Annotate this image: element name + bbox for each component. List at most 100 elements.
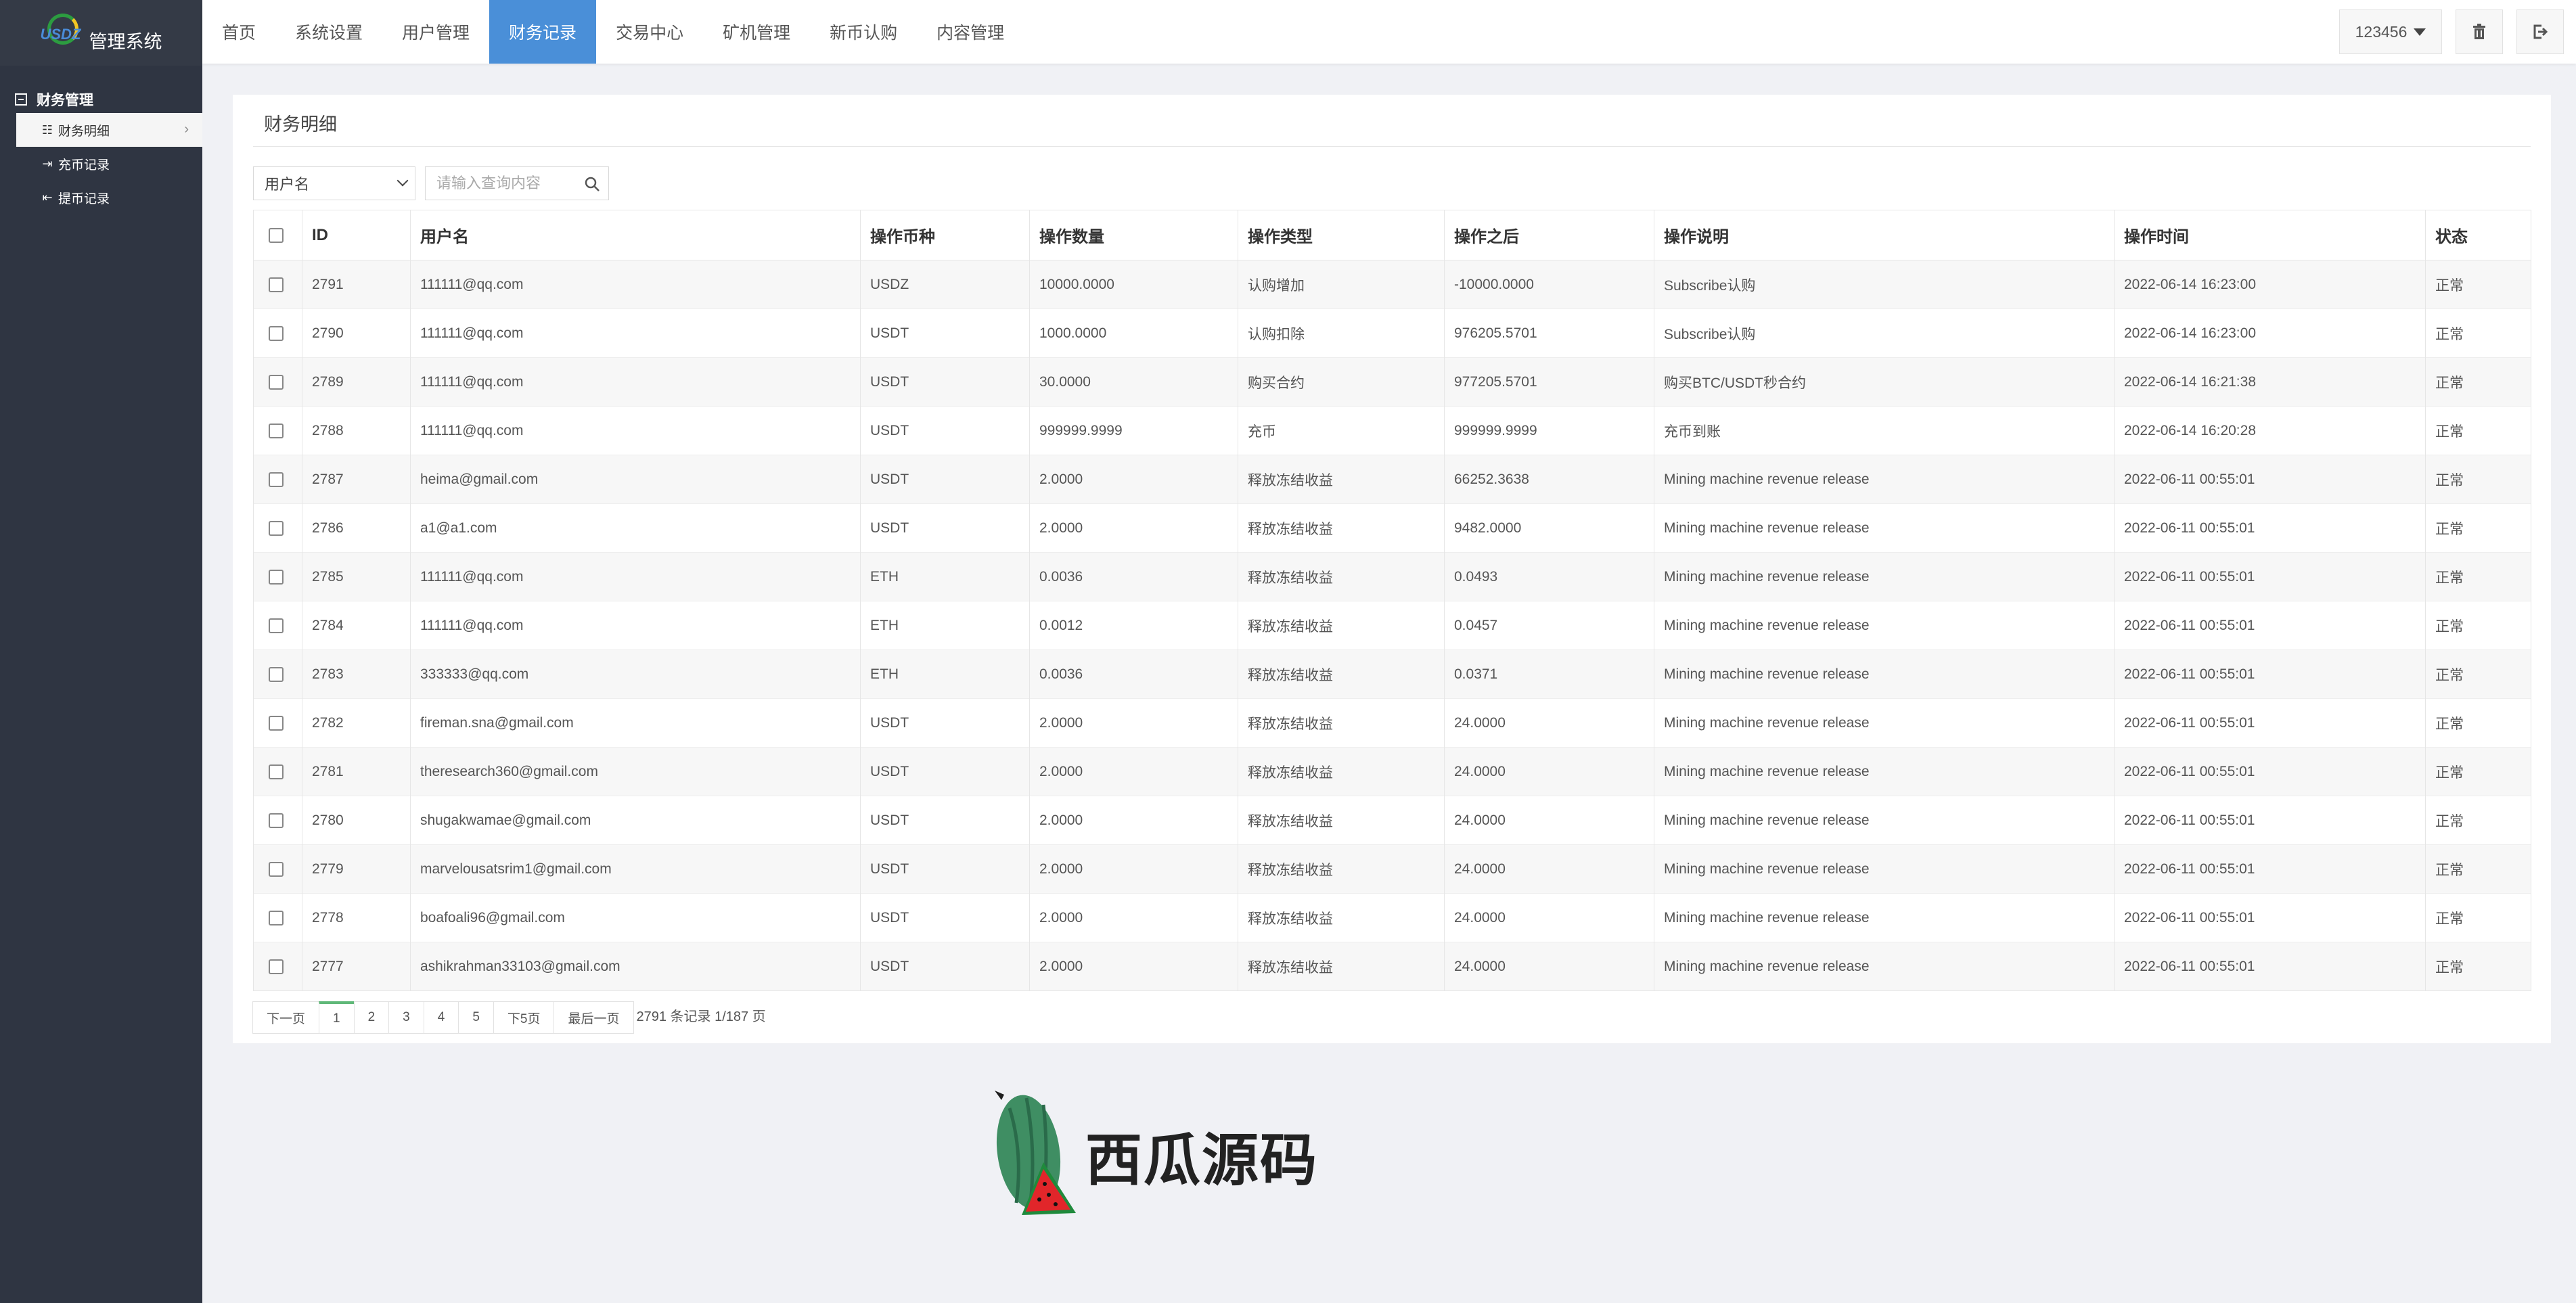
cell-amount: 2.0000 bbox=[1029, 747, 1238, 796]
table-row[interactable]: 2790 111111@qq.com USDT 1000.0000 认购扣除 976205… bbox=[253, 308, 2531, 358]
nav-new-coin-subscription[interactable]: 新币认购 bbox=[810, 0, 917, 64]
cell-id: 2789 bbox=[302, 357, 411, 407]
table-row[interactable]: 2788 111111@qq.com USDT 999999.9999 充币 999999… bbox=[253, 406, 2531, 455]
table-row[interactable]: 2780 shugakwamae@gmail.com USDT 2.0000 释放冻结收… bbox=[253, 796, 2531, 845]
divider bbox=[253, 146, 2531, 147]
table-row[interactable]: 2777 ashikrahman33103@gmail.com USDT 2.0000… bbox=[253, 942, 2531, 991]
nav-trading-center[interactable]: 交易中心 bbox=[596, 0, 703, 64]
logout-icon bbox=[2533, 24, 2548, 39]
cell-amount: 2.0000 bbox=[1029, 455, 1238, 504]
row-select-cell bbox=[253, 357, 302, 407]
select-all-cell bbox=[253, 210, 302, 260]
cell-type: 释放冻结收益 bbox=[1238, 601, 1445, 650]
cell-balance-after: 24.0000 bbox=[1444, 942, 1654, 991]
pager-page-1[interactable]: 1 bbox=[319, 1001, 355, 1034]
sidebar-item-withdraw-records[interactable]: ⇤ 提币记录 bbox=[0, 181, 202, 214]
table-row[interactable]: 2787 heima@gmail.com USDT 2.0000 释放冻结收益 66252… bbox=[253, 455, 2531, 504]
sidebar-item-finance-detail[interactable]: ☷ 财务明细 › bbox=[16, 113, 202, 147]
cell-description: Mining machine revenue release bbox=[1654, 698, 2115, 748]
pager-page-3[interactable]: 3 bbox=[388, 1001, 424, 1034]
search-input[interactable] bbox=[426, 168, 574, 199]
row-checkbox[interactable] bbox=[269, 472, 284, 487]
row-checkbox[interactable] bbox=[269, 520, 284, 536]
column-header-time[interactable]: 操作时间 bbox=[2114, 210, 2426, 260]
cell-type: 购买合约 bbox=[1238, 357, 1445, 407]
pager-next5-button[interactable]: 下5页 bbox=[493, 1001, 555, 1034]
row-checkbox[interactable] bbox=[269, 666, 284, 682]
select-all-checkbox[interactable] bbox=[269, 228, 284, 244]
column-header-coin[interactable]: 操作币种 bbox=[860, 210, 1030, 260]
filter-field-select[interactable]: 用户名 bbox=[253, 166, 415, 200]
cell-type: 释放冻结收益 bbox=[1238, 747, 1445, 796]
nav-miner-management[interactable]: 矿机管理 bbox=[703, 0, 810, 64]
logout-button[interactable] bbox=[2516, 9, 2564, 54]
pager-page-2[interactable]: 2 bbox=[353, 1001, 390, 1034]
cell-status: 正常 bbox=[2425, 308, 2531, 358]
row-checkbox[interactable] bbox=[269, 569, 284, 585]
table-row[interactable]: 2779 marvelousatsrim1@gmail.com USDT 2.0000… bbox=[253, 844, 2531, 894]
cell-time: 2022-06-14 16:20:28 bbox=[2114, 406, 2426, 455]
column-header-amount[interactable]: 操作数量 bbox=[1029, 210, 1238, 260]
row-checkbox[interactable] bbox=[269, 813, 284, 828]
cell-time: 2022-06-11 00:55:01 bbox=[2114, 455, 2426, 504]
nav-system-settings[interactable]: 系统设置 bbox=[275, 0, 382, 64]
cell-username: shugakwamae@gmail.com bbox=[410, 796, 861, 845]
row-checkbox[interactable] bbox=[269, 423, 284, 438]
column-header-id[interactable]: ID bbox=[302, 210, 411, 260]
column-header-status[interactable]: 状态 bbox=[2425, 210, 2531, 260]
row-checkbox[interactable] bbox=[269, 910, 284, 925]
column-header-balance-after[interactable]: 操作之后 bbox=[1444, 210, 1654, 260]
table-row[interactable]: 2786 a1@a1.com USDT 2.0000 释放冻结收益 9482.0000 Mi… bbox=[253, 503, 2531, 553]
cell-time: 2022-06-11 00:55:01 bbox=[2114, 649, 2426, 699]
cell-amount: 2.0000 bbox=[1029, 503, 1238, 553]
cell-type: 认购增加 bbox=[1238, 260, 1445, 309]
row-checkbox[interactable] bbox=[269, 959, 284, 974]
table-row[interactable]: 2785 111111@qq.com ETH 0.0036 释放冻结收益 0.0493 Mi… bbox=[253, 552, 2531, 601]
table-row[interactable]: 2791 111111@qq.com USDZ 10000.0000 认购增加 -1000… bbox=[253, 260, 2531, 309]
nav-user-management[interactable]: 用户管理 bbox=[382, 0, 489, 64]
row-checkbox[interactable] bbox=[269, 764, 284, 779]
sidebar-item-deposit-records[interactable]: ⇥ 充币记录 bbox=[0, 147, 202, 181]
pager-last-button[interactable]: 最后一页 bbox=[553, 1001, 634, 1034]
column-header-description[interactable]: 操作说明 bbox=[1654, 210, 2115, 260]
table-row[interactable]: 2789 111111@qq.com USDT 30.0000 购买合约 977205.5… bbox=[253, 357, 2531, 407]
cell-balance-after: 66252.3638 bbox=[1444, 455, 1654, 504]
cell-time: 2022-06-11 00:55:01 bbox=[2114, 552, 2426, 601]
nav-content-management[interactable]: 内容管理 bbox=[917, 0, 1024, 64]
nav-home[interactable]: 首页 bbox=[202, 0, 275, 64]
table-row[interactable]: 2782 fireman.sna@gmail.com USDT 2.0000 释放冻结收… bbox=[253, 698, 2531, 748]
cell-amount: 2.0000 bbox=[1029, 698, 1238, 748]
row-checkbox[interactable] bbox=[269, 374, 284, 390]
panel-title: 财务明细 bbox=[264, 114, 337, 135]
cell-username: fireman.sna@gmail.com bbox=[410, 698, 861, 748]
pager-page-5[interactable]: 5 bbox=[458, 1001, 494, 1034]
column-header-type[interactable]: 操作类型 bbox=[1238, 210, 1445, 260]
row-checkbox[interactable] bbox=[269, 715, 284, 731]
pager-prev-button[interactable]: 下一页 bbox=[252, 1001, 320, 1034]
row-checkbox[interactable] bbox=[269, 861, 284, 877]
row-checkbox[interactable] bbox=[269, 325, 284, 341]
nav-finance-records[interactable]: 财务记录 bbox=[489, 0, 597, 64]
row-checkbox[interactable] bbox=[269, 277, 284, 292]
pager-page-4[interactable]: 4 bbox=[423, 1001, 459, 1034]
row-checkbox[interactable] bbox=[269, 618, 284, 633]
table-row[interactable]: 2781 theresearch360@gmail.com USDT 2.0000 释放… bbox=[253, 747, 2531, 796]
logo[interactable]: USDZ 管理系统 bbox=[0, 0, 202, 66]
pager-info: 2791 条记录 1/187 页 bbox=[636, 1009, 766, 1024]
column-header-username[interactable]: 用户名 bbox=[410, 210, 861, 260]
sidebar-group-finance[interactable]: 财务管理 bbox=[0, 66, 202, 113]
table-row[interactable]: 2783 333333@qq.com ETH 0.0036 释放冻结收益 0.0371 Mi… bbox=[253, 649, 2531, 699]
cell-description: 充币到账 bbox=[1654, 406, 2115, 455]
table-row[interactable]: 2784 111111@qq.com ETH 0.0012 释放冻结收益 0.0457 Mi… bbox=[253, 601, 2531, 650]
cell-description: Mining machine revenue release bbox=[1654, 601, 2115, 650]
cell-id: 2781 bbox=[302, 747, 411, 796]
cell-coin: USDT bbox=[860, 503, 1030, 553]
cell-description: Mining machine revenue release bbox=[1654, 844, 2115, 894]
clear-cache-button[interactable] bbox=[2456, 9, 2503, 54]
top-navbar: 首页 系统设置 用户管理 财务记录 交易中心 矿机管理 新币认购 内容管理 12… bbox=[202, 0, 2576, 64]
cell-balance-after: -10000.0000 bbox=[1444, 260, 1654, 309]
table-row[interactable]: 2778 boafoali96@gmail.com USDT 2.0000 释放冻结收益… bbox=[253, 893, 2531, 942]
user-menu-button[interactable]: 123456 bbox=[2339, 9, 2442, 54]
cell-id: 2786 bbox=[302, 503, 411, 553]
search-icon[interactable] bbox=[584, 176, 600, 192]
